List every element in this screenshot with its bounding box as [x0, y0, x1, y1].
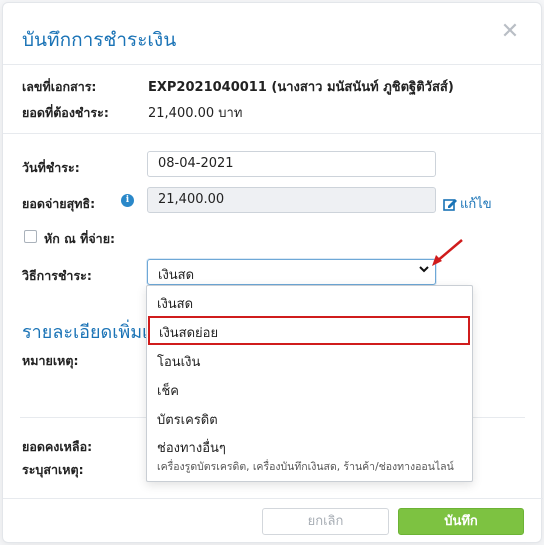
annotation-arrow [432, 239, 463, 266]
